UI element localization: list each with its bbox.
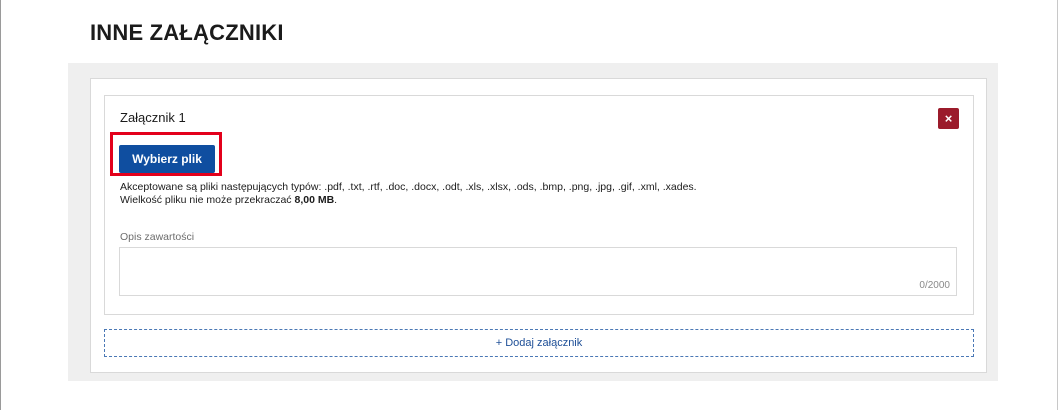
- right-border: [1057, 0, 1058, 410]
- max-size-text: Wielkość pliku nie może przekraczać 8,00…: [120, 194, 338, 206]
- attachment-title: Załącznik 1: [120, 110, 186, 125]
- description-textarea[interactable]: 0/2000: [119, 247, 957, 296]
- section-title: INNE ZAŁĄCZNIKI: [90, 20, 284, 45]
- max-size-value: 8,00 MB: [294, 194, 335, 206]
- character-counter: 0/2000: [919, 280, 950, 291]
- close-icon: ×: [944, 111, 953, 126]
- add-attachment-button[interactable]: + Dodaj załącznik: [104, 329, 974, 357]
- accepted-types-text: Akceptowane są pliki następujących typów…: [120, 181, 697, 193]
- description-label: Opis zawartości: [120, 231, 195, 243]
- file-requirements: Akceptowane są pliki następujących typów…: [120, 181, 697, 207]
- remove-attachment-button[interactable]: ×: [938, 108, 959, 129]
- left-border: [0, 0, 1, 410]
- choose-file-button[interactable]: Wybierz plik: [119, 145, 215, 173]
